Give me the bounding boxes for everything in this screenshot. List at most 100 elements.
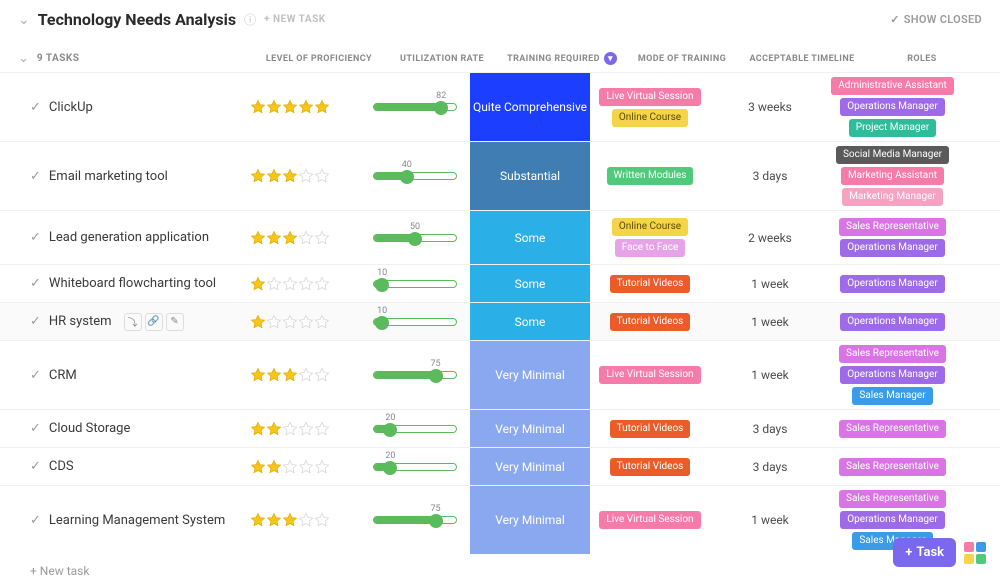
complete-check-icon[interactable]: ✓ xyxy=(30,230,41,245)
create-task-button[interactable]: +Task xyxy=(893,538,956,567)
utilization-cell[interactable]: 50 xyxy=(360,211,470,264)
mode-tag[interactable]: Live Virtual Session xyxy=(599,88,700,106)
mode-cell[interactable]: Tutorial Videos xyxy=(590,410,710,447)
proficiency-stars[interactable] xyxy=(250,303,360,340)
utilization-slider[interactable]: 75 xyxy=(373,516,457,524)
complete-check-icon[interactable]: ✓ xyxy=(30,459,41,474)
proficiency-stars[interactable] xyxy=(250,73,360,141)
utilization-slider[interactable]: 20 xyxy=(373,425,457,433)
mode-tag[interactable]: Tutorial Videos xyxy=(610,313,691,331)
timeline-cell[interactable]: 1 week xyxy=(710,265,830,302)
training-required-cell[interactable]: Substantial xyxy=(470,142,590,210)
mode-cell[interactable]: Tutorial Videos xyxy=(590,265,710,302)
mode-tag[interactable]: Face to Face xyxy=(615,239,686,257)
utilization-slider[interactable]: 75 xyxy=(373,371,457,379)
role-tag[interactable]: Operations Manager xyxy=(840,511,944,529)
edit-icon[interactable]: ✎ xyxy=(166,313,184,331)
timeline-cell[interactable]: 1 week xyxy=(710,341,830,409)
role-tag[interactable]: Operations Manager xyxy=(840,239,944,257)
utilization-cell[interactable]: 75 xyxy=(360,486,470,554)
timeline-cell[interactable]: 1 week xyxy=(710,303,830,340)
app-grid-icon[interactable] xyxy=(964,542,986,564)
timeline-cell[interactable]: 3 weeks xyxy=(710,73,830,141)
proficiency-stars[interactable] xyxy=(250,410,360,447)
mode-cell[interactable]: Live Virtual Session Online Course xyxy=(590,73,710,141)
proficiency-stars[interactable] xyxy=(250,265,360,302)
training-required-cell[interactable]: Some xyxy=(470,303,590,340)
utilization-cell[interactable]: 82 xyxy=(360,73,470,141)
mode-tag[interactable]: Tutorial Videos xyxy=(610,458,691,476)
roles-cell[interactable]: Sales Representative Operations Manager xyxy=(830,211,955,264)
proficiency-stars[interactable] xyxy=(250,142,360,210)
training-required-cell[interactable]: Very Minimal xyxy=(470,448,590,485)
utilization-cell[interactable]: 20 xyxy=(360,410,470,447)
group-collapse-icon[interactable]: ⌄ xyxy=(18,51,29,66)
training-required-cell[interactable]: Very Minimal xyxy=(470,410,590,447)
complete-check-icon[interactable]: ✓ xyxy=(30,276,41,291)
mode-tag[interactable]: Live Virtual Session xyxy=(599,366,700,384)
task-row[interactable]: ✓ Email marketing tool 40 SubstantialWri… xyxy=(0,141,1000,210)
roles-cell[interactable]: Administrative AssistantOperations Manag… xyxy=(830,73,955,141)
roles-cell[interactable]: Operations Manager xyxy=(830,303,955,340)
col-training[interactable]: TRAINING REQUIRED▾ xyxy=(502,52,622,65)
link-icon[interactable]: 🔗 xyxy=(145,313,163,331)
timeline-cell[interactable]: 2 weeks xyxy=(710,211,830,264)
role-tag[interactable]: Sales Representative xyxy=(839,218,946,236)
role-tag[interactable]: Social Media Manager xyxy=(836,146,949,164)
task-row[interactable]: ✓ Whiteboard flowcharting tool 10 SomeTu… xyxy=(0,264,1000,302)
proficiency-stars[interactable] xyxy=(250,486,360,554)
utilization-slider[interactable]: 10 xyxy=(373,280,457,288)
task-row[interactable]: ✓ Lead generation application 50 SomeOnl… xyxy=(0,210,1000,264)
task-row[interactable]: ✓ HR system ⤵ 🔗 ✎ 10 SomeTutorial Videos… xyxy=(0,302,1000,340)
mode-tag[interactable]: Tutorial Videos xyxy=(610,420,691,438)
complete-check-icon[interactable]: ✓ xyxy=(30,314,41,329)
roles-cell[interactable]: Sales RepresentativeOperations ManagerSa… xyxy=(830,341,955,409)
new-task-row[interactable]: + New task xyxy=(0,554,1000,588)
col-mode[interactable]: MODE OF TRAINING xyxy=(622,54,742,64)
timeline-cell[interactable]: 3 days xyxy=(710,142,830,210)
utilization-slider[interactable]: 20 xyxy=(373,463,457,471)
role-tag[interactable]: Operations Manager xyxy=(840,366,944,384)
task-row[interactable]: ✓ CDS 20 Very Minimal Tutorial Videos 3 da… xyxy=(0,447,1000,485)
task-row[interactable]: ✓ Learning Management System 75 Very Min… xyxy=(0,485,1000,554)
training-required-cell[interactable]: Very Minimal xyxy=(470,341,590,409)
utilization-slider[interactable]: 82 xyxy=(373,103,457,111)
subtask-icon[interactable]: ⤵ xyxy=(124,313,142,331)
timeline-cell[interactable]: 1 week xyxy=(710,486,830,554)
task-row[interactable]: ✓ Cloud Storage 20 Very Minimal Tutorial … xyxy=(0,409,1000,447)
roles-cell[interactable]: Sales Representative xyxy=(830,448,955,485)
mode-cell[interactable]: Tutorial Videos xyxy=(590,303,710,340)
complete-check-icon[interactable]: ✓ xyxy=(30,100,41,115)
mode-tag[interactable]: Tutorial Videos xyxy=(610,275,691,293)
training-required-cell[interactable]: Some xyxy=(470,265,590,302)
task-name[interactable]: Lead generation application xyxy=(49,230,209,245)
task-name[interactable]: CRM xyxy=(49,368,77,383)
proficiency-stars[interactable] xyxy=(250,448,360,485)
col-level[interactable]: LEVEL OF PROFICIENCY xyxy=(242,54,382,64)
mode-tag[interactable]: Online Course xyxy=(612,109,688,127)
collapse-icon[interactable]: ⌄ xyxy=(18,12,30,28)
role-tag[interactable]: Marketing Assistant xyxy=(841,167,944,185)
task-name[interactable]: Cloud Storage xyxy=(49,421,130,436)
task-row[interactable]: ✓ ClickUp 82 Quite ComprehensiveLive Vir… xyxy=(0,72,1000,141)
proficiency-stars[interactable] xyxy=(250,341,360,409)
timeline-cell[interactable]: 3 days xyxy=(710,410,830,447)
complete-check-icon[interactable]: ✓ xyxy=(30,421,41,436)
role-tag[interactable]: Sales Representative xyxy=(839,490,946,508)
role-tag[interactable]: Sales Representative xyxy=(839,420,946,438)
mode-tag[interactable]: Online Course xyxy=(612,218,688,236)
complete-check-icon[interactable]: ✓ xyxy=(30,513,41,528)
utilization-cell[interactable]: 20 xyxy=(360,448,470,485)
col-timeline[interactable]: ACCEPTABLE TIMELINE xyxy=(742,54,862,64)
col-roles[interactable]: ROLES xyxy=(862,54,982,64)
training-required-cell[interactable]: Quite Comprehensive xyxy=(470,73,590,141)
task-name[interactable]: Email marketing tool xyxy=(49,169,168,184)
complete-check-icon[interactable]: ✓ xyxy=(30,368,41,383)
role-tag[interactable]: Operations Manager xyxy=(840,313,944,331)
timeline-cell[interactable]: 3 days xyxy=(710,448,830,485)
task-name[interactable]: CDS xyxy=(49,459,74,474)
task-name[interactable]: Learning Management System xyxy=(49,513,225,528)
task-name[interactable]: HR system xyxy=(49,314,112,329)
roles-cell[interactable]: Operations Manager xyxy=(830,265,955,302)
role-tag[interactable]: Marketing Manager xyxy=(842,188,943,206)
